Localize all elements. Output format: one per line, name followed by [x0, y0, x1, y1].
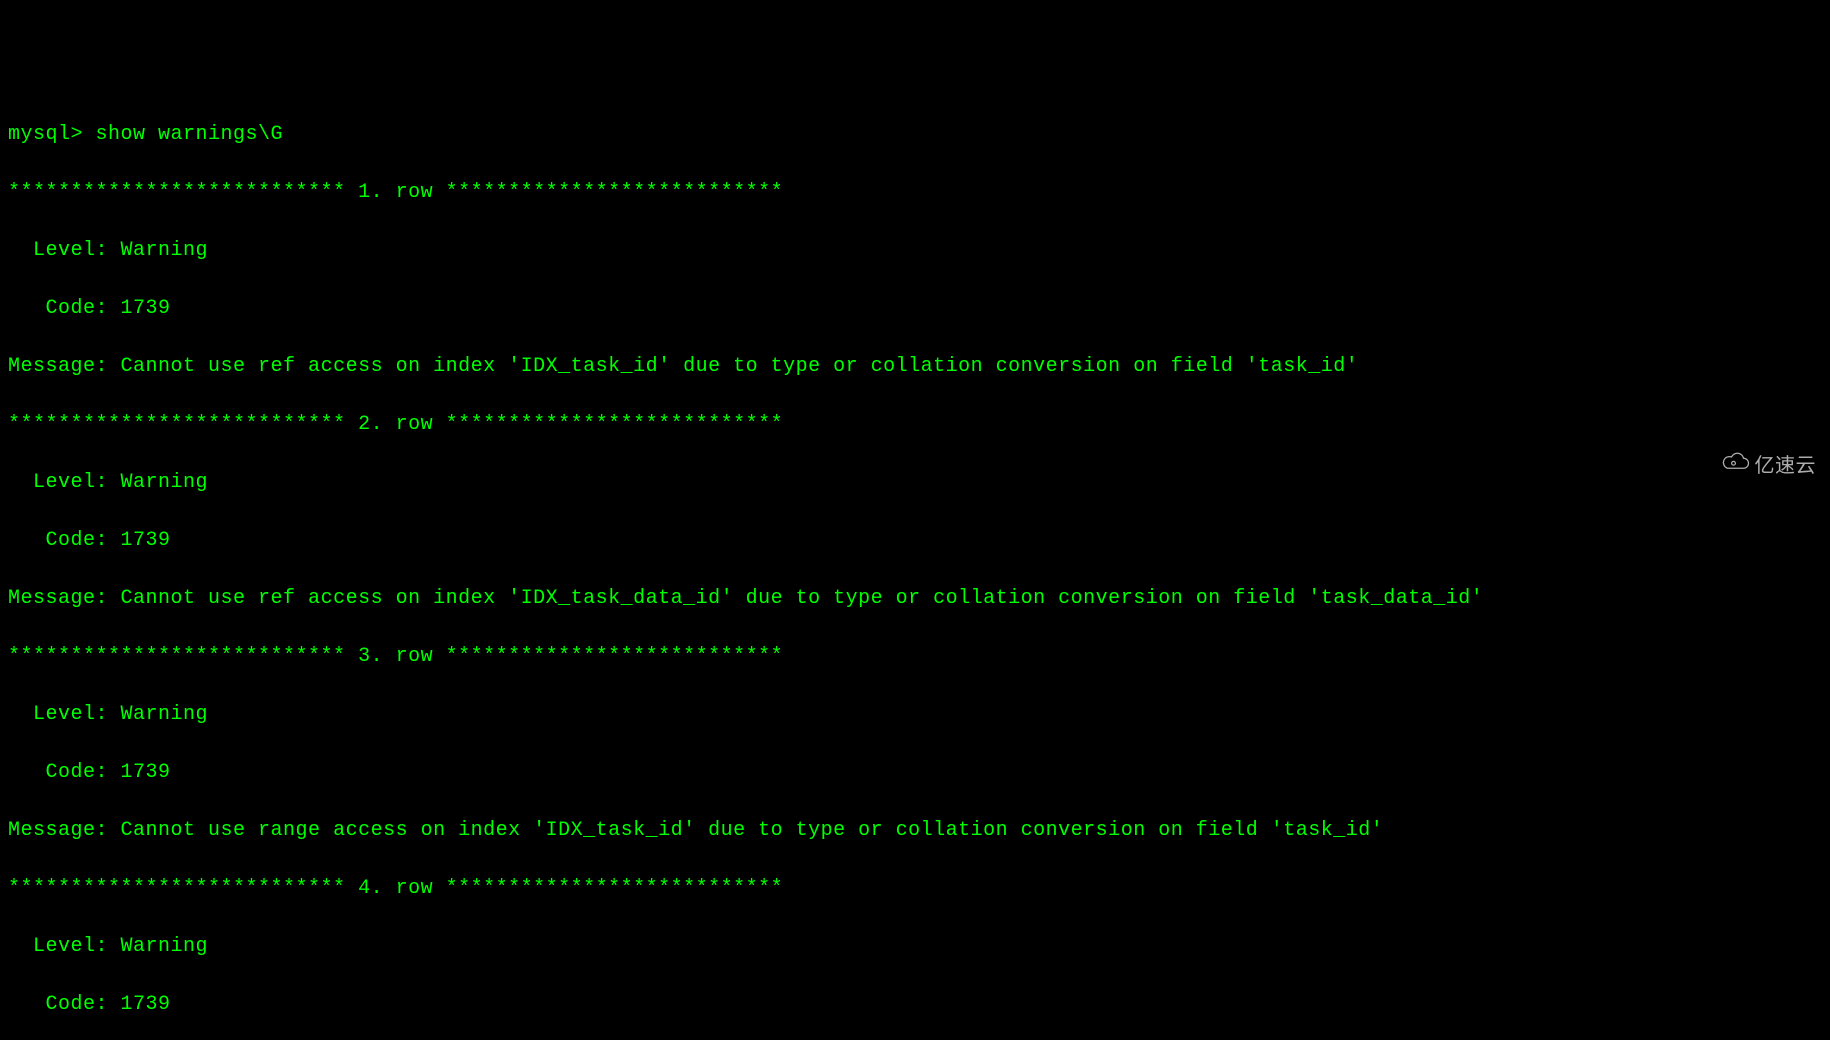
row-level-1: Level: Warning	[8, 236, 1822, 265]
row-code-1: Code: 1739	[8, 294, 1822, 323]
mysql-prompt-line: mysql> show warnings\G	[8, 120, 1822, 149]
row-message-1: Message: Cannot use ref access on index …	[8, 352, 1822, 381]
code-value: 1739	[121, 761, 171, 784]
code-value: 1739	[121, 529, 171, 552]
row-separator-3: *************************** 3. row *****…	[8, 642, 1822, 671]
row-number: 2	[358, 413, 371, 436]
watermark: 亿速云	[1696, 421, 1816, 512]
row-separator-1: *************************** 1. row *****…	[8, 178, 1822, 207]
row-level-4: Level: Warning	[8, 932, 1822, 961]
row-level-3: Level: Warning	[8, 700, 1822, 729]
watermark-text: 亿速云	[1755, 452, 1817, 481]
level-value: Warning	[121, 703, 209, 726]
row-separator-2: *************************** 2. row *****…	[8, 410, 1822, 439]
level-value: Warning	[121, 471, 209, 494]
row-level-2: Level: Warning	[8, 468, 1822, 497]
message-value: Cannot use ref access on index 'IDX_task…	[121, 587, 1484, 610]
level-value: Warning	[121, 935, 209, 958]
row-number: 1	[358, 181, 371, 204]
row-number: 3	[358, 645, 371, 668]
row-code-4: Code: 1739	[8, 990, 1822, 1019]
message-value: Cannot use ref access on index 'IDX_task…	[121, 355, 1359, 378]
row-message-3: Message: Cannot use range access on inde…	[8, 816, 1822, 845]
code-value: 1739	[121, 297, 171, 320]
code-value: 1739	[121, 993, 171, 1016]
row-code-3: Code: 1739	[8, 758, 1822, 787]
message-value: Cannot use range access on index 'IDX_ta…	[121, 819, 1384, 842]
row-number: 4	[358, 877, 371, 900]
cloud-icon	[1696, 421, 1750, 512]
row-separator-4: *************************** 4. row *****…	[8, 874, 1822, 903]
level-value: Warning	[121, 239, 209, 262]
row-code-2: Code: 1739	[8, 526, 1822, 555]
row-message-2: Message: Cannot use ref access on index …	[8, 584, 1822, 613]
mysql-prompt: mysql> show warnings\G	[8, 123, 283, 146]
